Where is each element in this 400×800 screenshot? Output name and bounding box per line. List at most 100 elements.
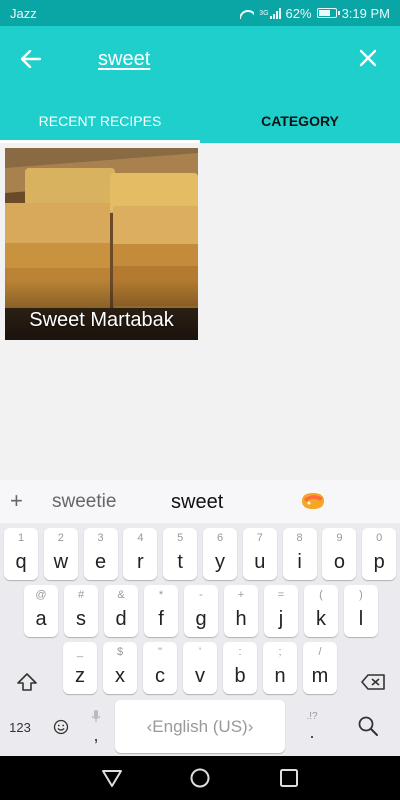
key-hint: 8 — [296, 532, 303, 544]
carrier-name: Jazz — [10, 5, 37, 21]
key-label: r — [137, 551, 144, 573]
key-s[interactable]: # s — [64, 585, 98, 637]
backspace-key[interactable] — [356, 656, 390, 708]
arrow-left-icon — [21, 50, 41, 68]
emoji-icon[interactable] — [300, 490, 326, 512]
key-d[interactable]: & d — [104, 585, 138, 637]
key-f[interactable]: * f — [144, 585, 178, 637]
key-p[interactable]: 0p — [362, 528, 397, 580]
period-label: . — [309, 722, 315, 742]
key-g[interactable]: -g — [184, 585, 218, 637]
period-key[interactable]: .!? . — [296, 702, 328, 752]
key-label: p — [373, 551, 385, 573]
key-z[interactable]: _ z — [63, 642, 97, 694]
key-label: y — [215, 551, 225, 573]
key-label: l — [358, 608, 364, 630]
tab-category[interactable]: CATEGORY — [200, 98, 400, 143]
clear-search-button[interactable] — [352, 42, 384, 74]
key-hint: 2 — [57, 532, 64, 544]
tab-bar: RECENT RECIPES CATEGORY — [0, 98, 400, 143]
key-n[interactable]: ; n — [263, 642, 297, 694]
key-hint: " — [158, 646, 162, 658]
key-label: k — [316, 608, 326, 630]
key-t[interactable]: 5t — [163, 528, 198, 580]
key-label: g — [195, 608, 207, 630]
recents-square-icon[interactable] — [277, 766, 301, 790]
smiley-icon — [53, 719, 69, 735]
suggestion-sweet[interactable]: sweet — [171, 491, 223, 514]
key-label: q — [15, 551, 27, 573]
recipe-card[interactable]: Sweet Martabak — [5, 148, 198, 340]
key-hint: 7 — [256, 532, 263, 544]
back-triangle-icon[interactable] — [100, 766, 124, 790]
status-icons: 3G 62% 3:19 PM — [240, 6, 390, 21]
suggestion-sweetie[interactable]: sweetie — [52, 491, 116, 513]
key-label: w — [53, 551, 69, 573]
key-hint: - — [199, 589, 203, 601]
key-i[interactable]: 8i — [282, 528, 317, 580]
key-k[interactable]: (k — [304, 585, 338, 637]
key-hint: ' — [198, 646, 202, 658]
key-label: b — [234, 665, 246, 687]
keyboard: + sweetie sweet 1 q 2 w 3 e 4 r 5 t 6 y 7 u 8 i 9 o 0 p @ a # s… — [0, 480, 400, 756]
key-label: u — [254, 551, 266, 573]
key-label: i — [297, 551, 302, 573]
key-hint: ) — [359, 589, 363, 601]
key-hint: : — [238, 646, 242, 658]
space-key[interactable]: ‹English (US)› — [115, 700, 285, 753]
key-a[interactable]: @ a — [24, 585, 58, 637]
plus-icon[interactable]: + — [10, 488, 23, 514]
tab-recent-recipes[interactable]: RECENT RECIPES — [0, 98, 200, 143]
network-type: 3G — [259, 9, 269, 17]
key-r[interactable]: 4r — [123, 528, 158, 580]
key-hint: $ — [116, 646, 124, 658]
key-hint: + — [237, 589, 245, 601]
microphone-icon — [91, 709, 101, 722]
key-e[interactable]: 3e — [83, 528, 118, 580]
space-label: ‹English (US)› — [146, 716, 254, 736]
comma-key[interactable]: , — [82, 702, 110, 752]
recipe-title: Sweet Martabak — [29, 309, 174, 331]
key-hint: ( — [319, 589, 323, 601]
recipe-list: Sweet Martabak — [0, 143, 400, 480]
key-label: e — [95, 551, 107, 573]
symbols-key[interactable]: 123 — [4, 712, 36, 742]
key-label: m — [311, 665, 329, 687]
key-b[interactable]: :b — [223, 642, 257, 694]
back-button[interactable] — [14, 44, 48, 74]
key-hint: 6 — [216, 532, 224, 544]
key-label: j — [278, 608, 284, 630]
key-hint: 9 — [336, 532, 343, 544]
key-l[interactable]: ) l — [344, 585, 378, 637]
search-query[interactable]: sweet — [98, 48, 150, 71]
search-icon — [358, 716, 378, 736]
key-w[interactable]: 2w — [43, 528, 78, 580]
status-bar: Jazz 3G 62% 3:19 PM — [0, 0, 400, 26]
key-hint: 5 — [177, 532, 184, 544]
key-m[interactable]: / m — [303, 642, 337, 694]
emoji-key[interactable] — [46, 712, 76, 742]
home-circle-icon[interactable] — [188, 766, 212, 790]
key-label: n — [274, 665, 286, 687]
key-x[interactable]: $ x — [103, 642, 137, 694]
key-label: f — [158, 608, 164, 630]
search-key[interactable] — [352, 710, 384, 742]
key-hint: 4 — [137, 532, 144, 544]
key-label: h — [235, 608, 247, 630]
key-o[interactable]: 9o — [322, 528, 357, 580]
key-hint: # — [77, 589, 85, 601]
shift-key[interactable] — [10, 656, 44, 708]
key-c[interactable]: " c — [143, 642, 177, 694]
key-v[interactable]: ' v — [183, 642, 217, 694]
key-hint: _ — [76, 646, 84, 658]
key-j[interactable]: = j — [264, 585, 298, 637]
key-hint: 3 — [97, 532, 104, 544]
backspace-icon — [361, 674, 385, 690]
key-hint: & — [117, 589, 125, 601]
key-label: s — [76, 608, 86, 630]
key-label: a — [35, 608, 47, 630]
key-u[interactable]: 7u — [242, 528, 277, 580]
key-q[interactable]: 1q — [4, 528, 38, 580]
key-h[interactable]: + h — [224, 585, 258, 637]
key-y[interactable]: 6y — [203, 528, 237, 580]
